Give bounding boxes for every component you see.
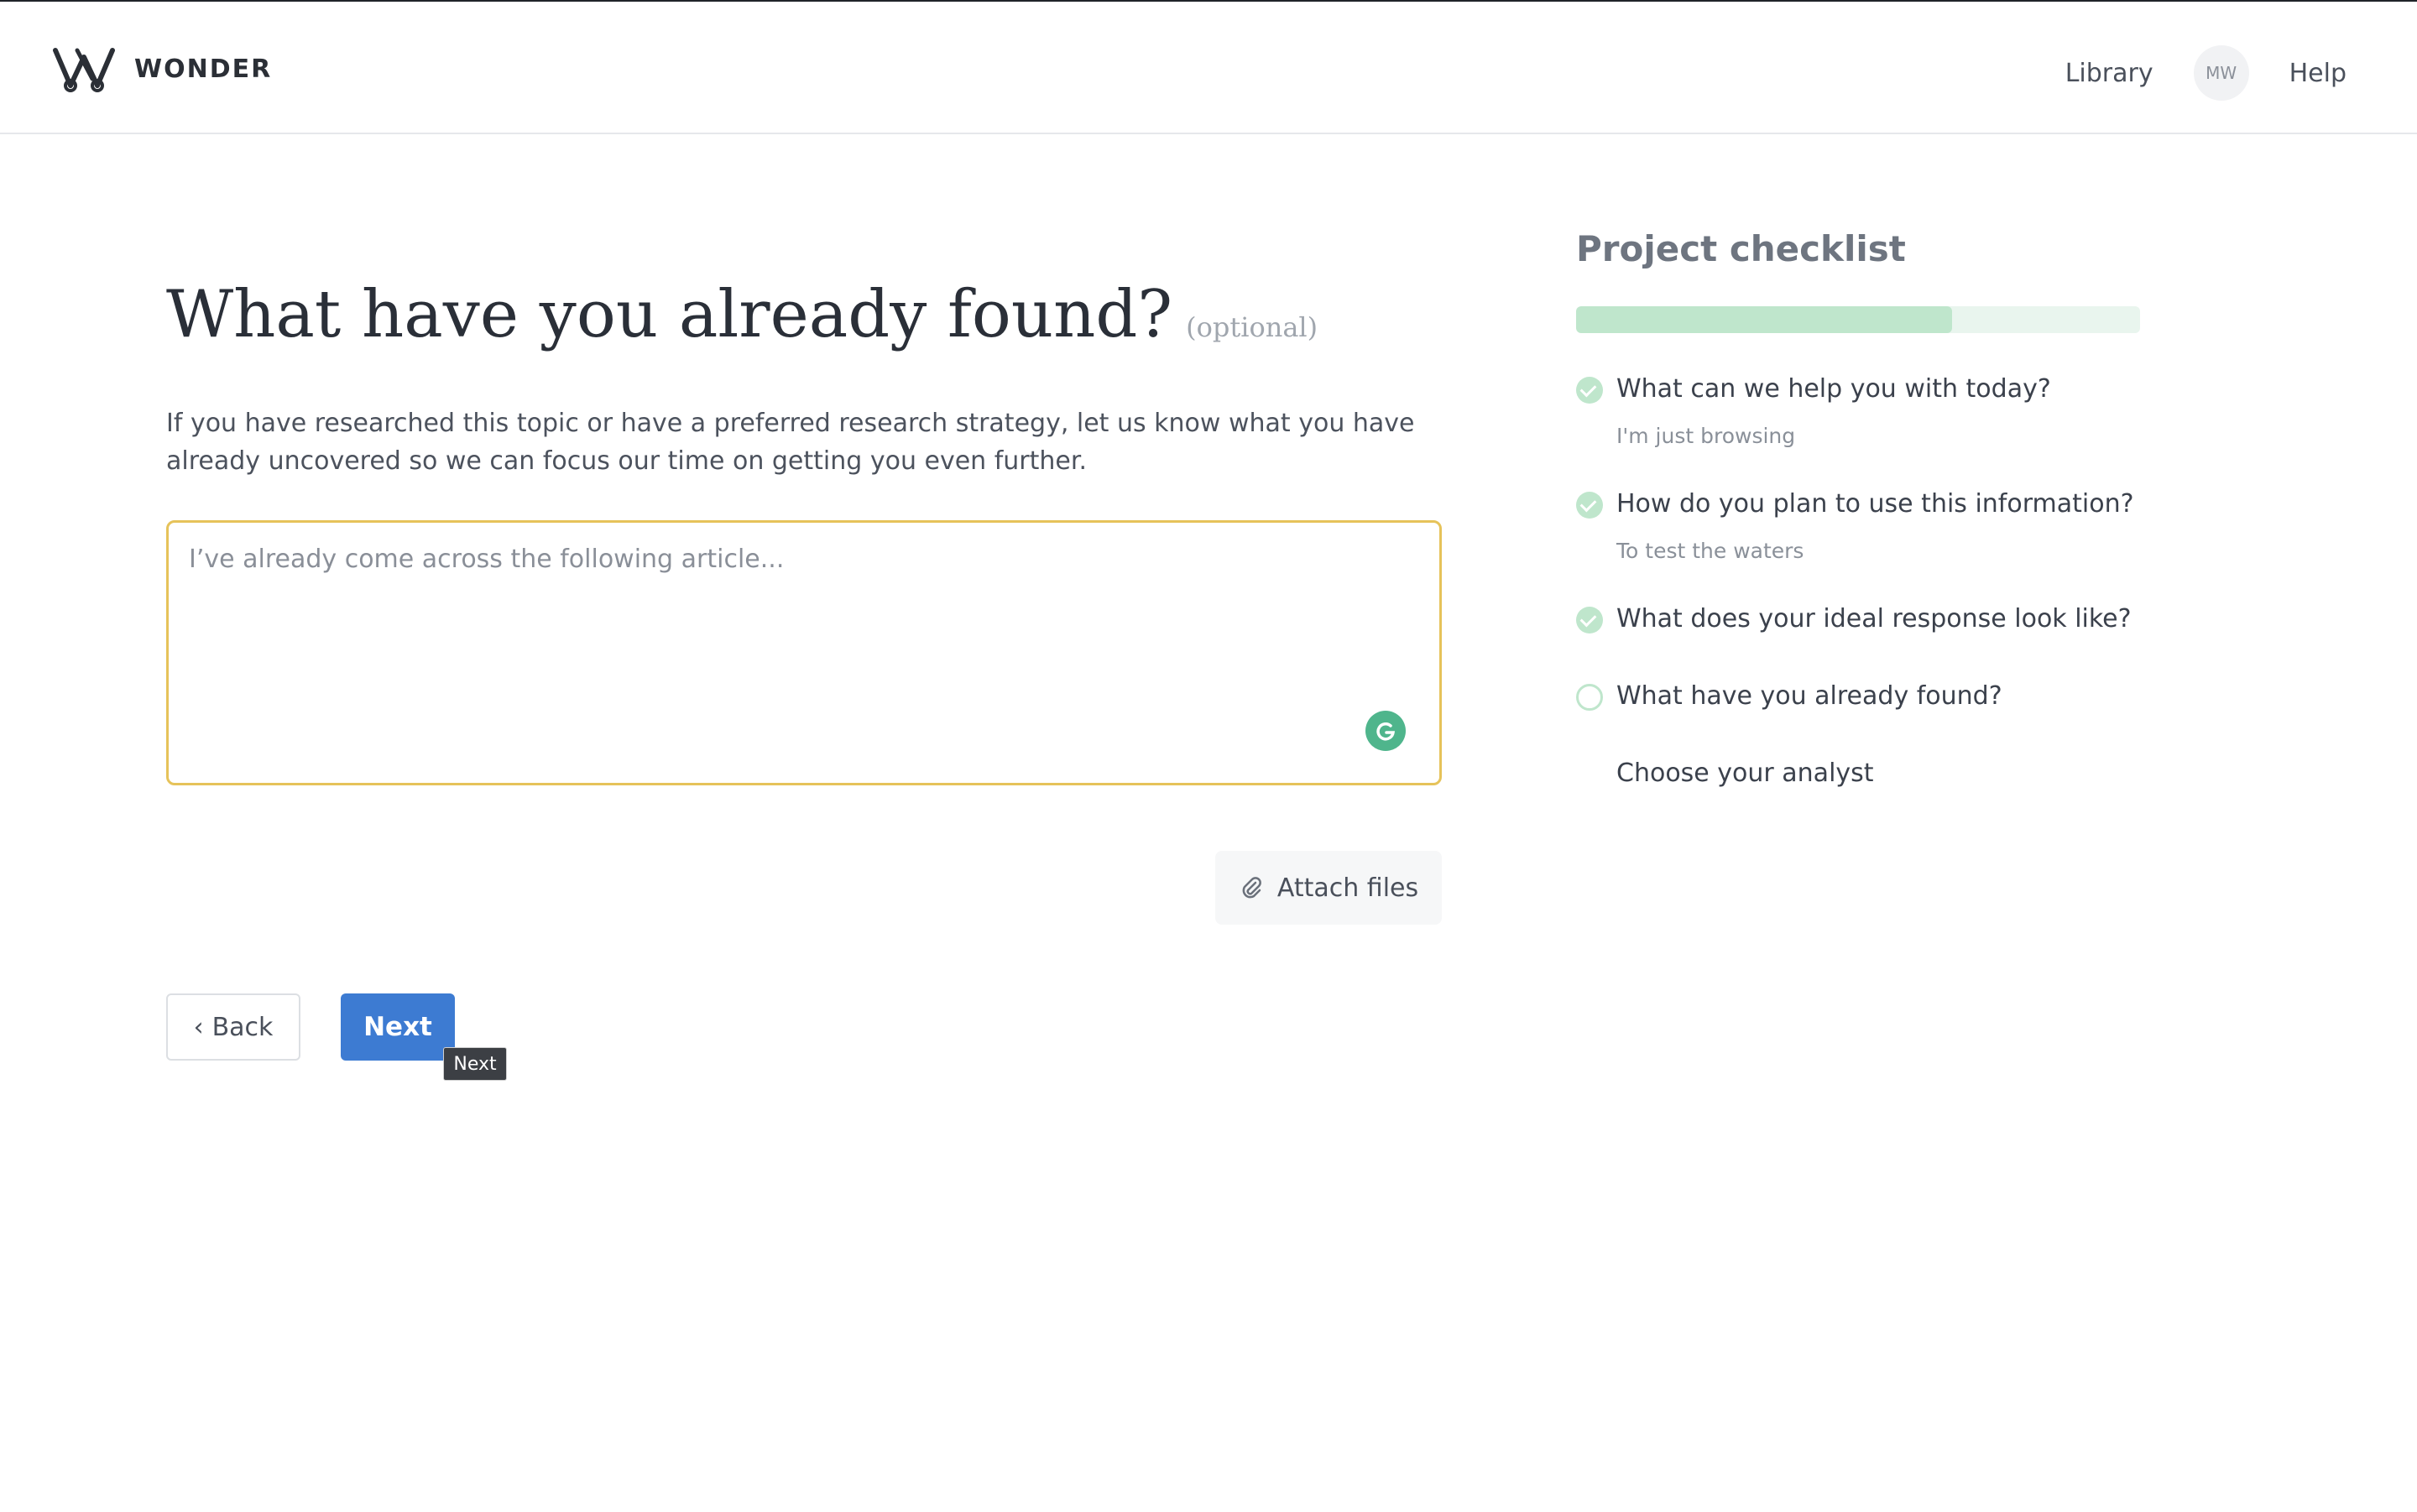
optional-tag: (optional) bbox=[1186, 311, 1318, 343]
checklist-item-answer: I'm just browsing bbox=[1616, 424, 1796, 448]
check-circle-icon bbox=[1576, 377, 1603, 404]
checklist-progress-bar bbox=[1576, 306, 2140, 333]
attach-files-button[interactable]: Attach files bbox=[1215, 851, 1442, 925]
page-description: If you have researched this topic or hav… bbox=[166, 409, 1415, 476]
check-circle-icon bbox=[1576, 492, 1603, 519]
top-nav: Library MW Help bbox=[2065, 45, 2347, 101]
next-tooltip: Next bbox=[443, 1047, 507, 1081]
back-label: Back bbox=[211, 1012, 274, 1042]
back-button[interactable]: ‹ Back bbox=[166, 993, 300, 1061]
checklist-item[interactable]: Choose your analyst bbox=[1576, 756, 2140, 790]
project-checklist: Project checklist What can we help you w… bbox=[1576, 228, 2140, 790]
brand-name: WONDER bbox=[134, 54, 273, 84]
top-header: WONDER Library MW Help bbox=[0, 2, 2417, 134]
checklist-item[interactable]: What can we help you with today? I'm jus… bbox=[1576, 372, 2140, 448]
checklist-item-label: Choose your analyst bbox=[1616, 758, 1874, 788]
checklist-item-label: What does your ideal response look like? bbox=[1616, 603, 2132, 633]
checklist-item-answer: To test the waters bbox=[1616, 539, 1804, 563]
wonder-logo-icon bbox=[53, 48, 115, 92]
checklist-progress-fill bbox=[1576, 306, 1953, 333]
checklist-items: What can we help you with today? I'm jus… bbox=[1576, 372, 2140, 790]
findings-textarea[interactable] bbox=[169, 523, 1439, 783]
findings-textarea-container bbox=[166, 520, 1442, 785]
next-button[interactable]: Next bbox=[341, 993, 455, 1061]
nav-library-link[interactable]: Library bbox=[2065, 59, 2153, 88]
brand-logo[interactable]: WONDER bbox=[52, 45, 272, 92]
empty-circle-icon bbox=[1576, 684, 1603, 711]
title-row: What have you already found? (optional) bbox=[166, 277, 1318, 352]
avatar[interactable]: MW bbox=[2193, 45, 2249, 101]
chevron-left-icon: ‹ bbox=[193, 1012, 204, 1042]
checklist-item-label: What have you already found? bbox=[1616, 680, 2002, 711]
attach-files-label: Attach files bbox=[1276, 873, 1419, 903]
nav-help-link[interactable]: Help bbox=[2289, 59, 2347, 88]
page-title: What have you already found? bbox=[166, 277, 1173, 352]
next-label: Next bbox=[363, 1012, 432, 1042]
checklist-item[interactable]: What does your ideal response look like? bbox=[1576, 602, 2140, 635]
checklist-item[interactable]: What have you already found? bbox=[1576, 679, 2140, 712]
checklist-title: Project checklist bbox=[1576, 228, 1906, 269]
grammarly-icon[interactable] bbox=[1365, 711, 1406, 751]
check-circle-icon bbox=[1576, 607, 1603, 633]
checklist-item[interactable]: How do you plan to use this information?… bbox=[1576, 487, 2140, 563]
checklist-item-label: How do you plan to use this information? bbox=[1616, 488, 2134, 519]
checklist-item-label: What can we help you with today? bbox=[1616, 373, 2051, 404]
paperclip-icon bbox=[1242, 877, 1261, 899]
